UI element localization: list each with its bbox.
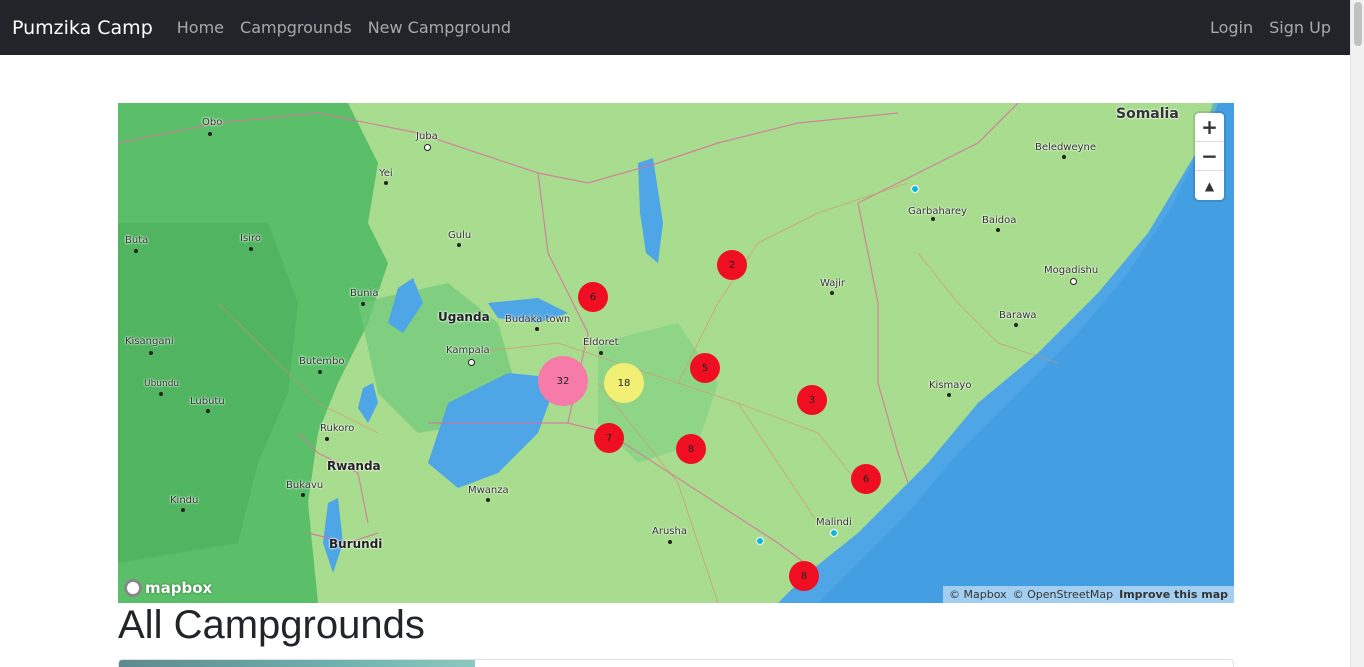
cluster-marker[interactable]: 3 (797, 385, 827, 415)
zoom-in-button[interactable]: + (1195, 113, 1224, 142)
navbar: Pumzika Camp Home Campgrounds New Campgr… (0, 0, 1350, 55)
label-mogadishu: Mogadishu (1044, 265, 1099, 276)
city-dot (384, 181, 388, 185)
compass-button[interactable]: ▲ (1195, 171, 1224, 200)
city-dot (318, 370, 322, 374)
city-dot (1062, 155, 1066, 159)
capital-dot (1070, 278, 1077, 285)
attribution-mapbox-link[interactable]: © Mapbox (949, 588, 1007, 601)
cluster-marker[interactable]: 32 (538, 356, 588, 406)
label-obo: Obo (202, 117, 223, 128)
campground-pin[interactable] (756, 537, 764, 545)
page-title: All Campgrounds (118, 603, 425, 647)
capital-dot (424, 144, 431, 151)
zoom-out-button[interactable]: − (1195, 142, 1224, 171)
city-dot (301, 493, 305, 497)
mapbox-logo-icon (124, 579, 142, 597)
label-arusha: Arusha (652, 526, 687, 537)
label-buta: Buta (125, 235, 149, 246)
city-dot (599, 351, 603, 355)
label-malindi: Malindi (816, 517, 852, 528)
label-somalia: Somalia (1116, 106, 1179, 122)
label-bukavu: Bukavu (286, 480, 324, 491)
label-baidoa: Baidoa (982, 215, 1017, 226)
label-wajir: Wajir (820, 278, 846, 289)
label-barawa: Barawa (999, 310, 1037, 321)
cluster-marker[interactable]: 8 (789, 561, 819, 591)
label-burundi: Burundi (329, 537, 383, 551)
nav-login-link[interactable]: Login (1202, 18, 1261, 37)
cluster-marker[interactable]: 7 (594, 423, 624, 453)
campground-pin[interactable] (911, 185, 919, 193)
mapbox-logo-text: mapbox (145, 579, 213, 597)
nav-campgrounds-link[interactable]: Campgrounds (232, 18, 360, 37)
scrollbar-thumb[interactable] (1354, 2, 1362, 46)
city-dot (931, 217, 935, 221)
label-mwanza: Mwanza (468, 485, 509, 496)
map-navigation-controls: + − ▲ (1195, 113, 1224, 200)
city-dot (149, 351, 153, 355)
city-dot (830, 291, 834, 295)
cluster-map[interactable]: Somalia Uganda Rwanda Burundi Obo Juba Y… (118, 103, 1234, 603)
label-ubundu: Ubundu (144, 379, 180, 389)
city-dot (1014, 323, 1018, 327)
city-dot (996, 228, 1000, 232)
city-dot (249, 247, 253, 251)
campground-pin[interactable] (830, 529, 838, 537)
label-kindu: Kindu (170, 495, 199, 506)
label-bunia: Bunia (350, 288, 379, 299)
label-rwanda: Rwanda (327, 459, 381, 473)
city-dot (947, 393, 951, 397)
label-lubutu: Lubutu (190, 396, 225, 407)
label-butembo: Butembo (299, 356, 345, 367)
attribution-osm-link[interactable]: © OpenStreetMap (1013, 588, 1114, 601)
city-dot (668, 540, 672, 544)
cluster-marker[interactable]: 2 (717, 250, 747, 280)
city-dot (134, 249, 138, 253)
page-scrollbar[interactable] (1350, 0, 1364, 667)
nav-home-link[interactable]: Home (169, 18, 232, 37)
city-dot (361, 302, 365, 306)
label-kismayo: Kismayo (929, 380, 972, 391)
city-dot (181, 508, 185, 512)
cluster-marker[interactable]: 18 (604, 363, 644, 403)
campground-card (118, 659, 1234, 667)
label-yei: Yei (379, 168, 393, 179)
city-dot (535, 327, 539, 331)
label-beledweyne: Beledweyne (1035, 142, 1097, 153)
city-dot (457, 243, 461, 247)
label-rukoro: Rukoro (320, 423, 355, 434)
improve-map-link[interactable]: Improve this map (1119, 588, 1228, 601)
label-budaka: Budaka town (505, 314, 571, 325)
capital-dot (468, 359, 475, 366)
compass-icon: ▲ (1204, 178, 1215, 193)
label-garbaharey: Garbaharey (908, 206, 967, 217)
label-isiro: Isiro (240, 233, 261, 244)
cluster-marker[interactable]: 6 (578, 282, 608, 312)
label-gulu: Gulu (448, 230, 472, 241)
mapbox-logo[interactable]: mapbox (124, 579, 212, 597)
label-uganda: Uganda (438, 310, 490, 324)
city-dot (208, 132, 212, 136)
campground-card-image (119, 660, 475, 667)
cluster-marker[interactable]: 5 (690, 353, 720, 383)
label-kisangani: Kisangani (125, 336, 174, 347)
city-dot (325, 437, 329, 441)
cluster-marker[interactable]: 8 (676, 434, 706, 464)
city-dot (486, 498, 490, 502)
brand-link[interactable]: Pumzika Camp (12, 17, 153, 39)
city-dot (159, 392, 163, 396)
nav-auth: Login Sign Up (1202, 18, 1339, 37)
cluster-marker[interactable]: 6 (851, 464, 881, 494)
label-eldoret: Eldoret (583, 337, 619, 348)
nav-new-campground-link[interactable]: New Campground (360, 18, 519, 37)
label-kampala: Kampala (446, 345, 490, 356)
nav-signup-link[interactable]: Sign Up (1261, 18, 1339, 37)
label-juba: Juba (416, 131, 438, 142)
city-dot (206, 409, 210, 413)
map-attribution: © Mapbox © OpenStreetMap Improve this ma… (943, 586, 1234, 603)
